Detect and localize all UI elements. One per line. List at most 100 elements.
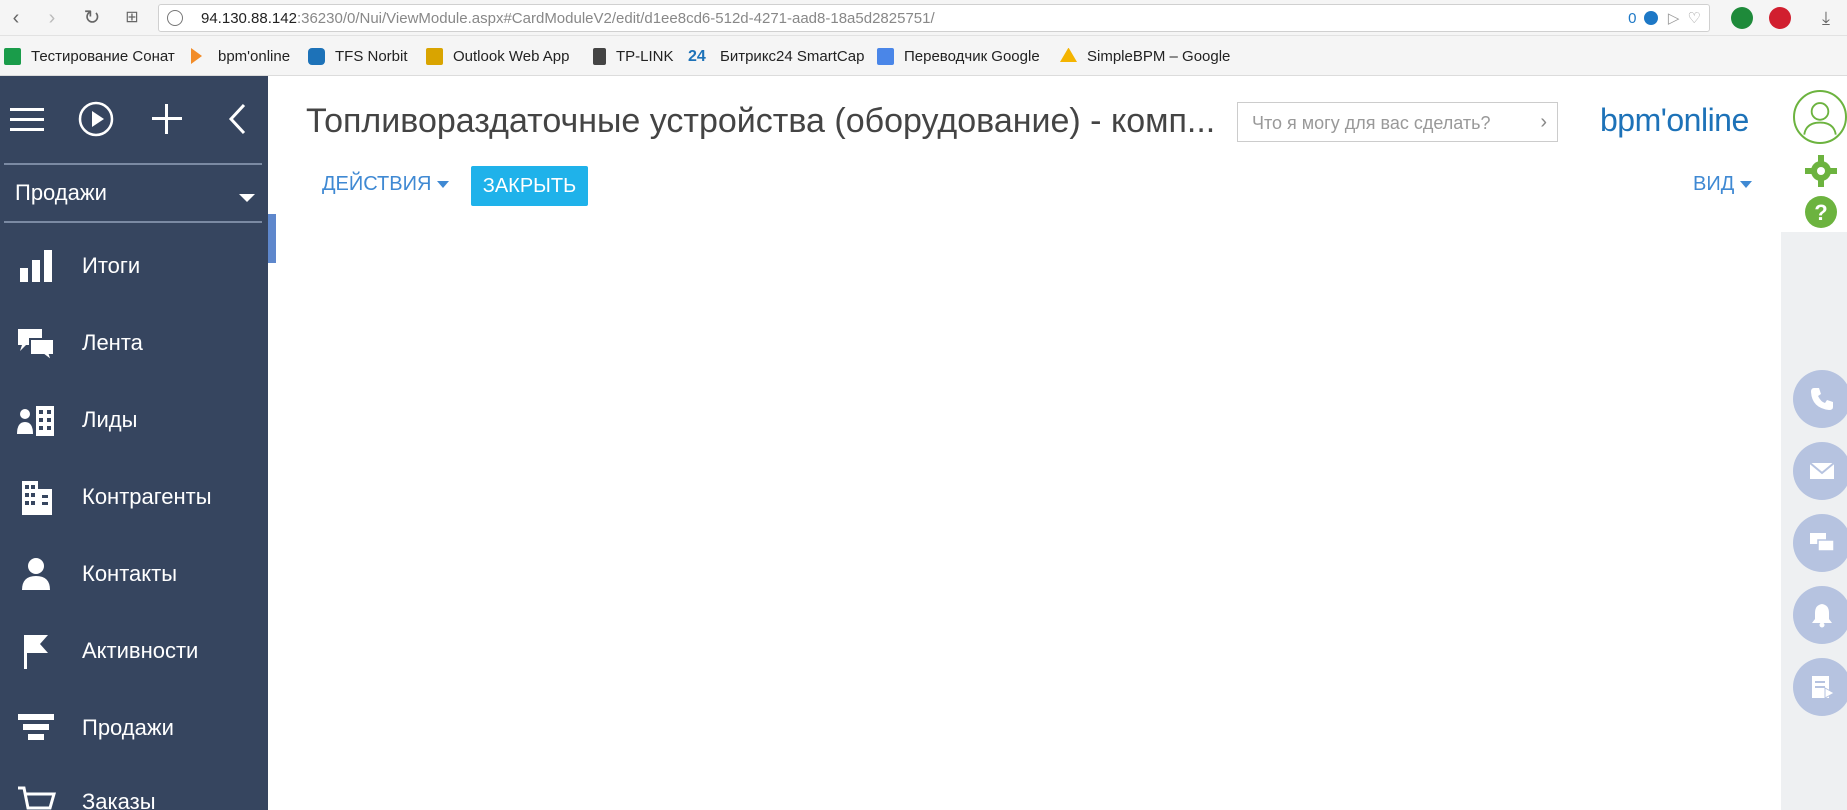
building-icon	[22, 481, 52, 515]
sidebar-item-label: Активности	[82, 638, 199, 663]
adblock-icon[interactable]	[1643, 11, 1658, 25]
chat-button[interactable]	[1793, 514, 1847, 572]
gear-icon[interactable]	[1804, 154, 1838, 188]
actions-dropdown[interactable]: ДЕЙСТВИЯ	[322, 173, 450, 196]
bookmark-item[interactable]: Outlook Web App	[426, 46, 569, 66]
bookmark-label: Битрикс24 SmartCap	[720, 47, 865, 65]
chat-icon	[1810, 533, 1835, 552]
phone-button[interactable]	[1793, 370, 1847, 428]
bookmark-label: Outlook Web App	[453, 47, 570, 65]
profile-area: ?	[1781, 76, 1847, 232]
url-host: 94.130.88.142	[201, 10, 297, 27]
document-play-icon	[1812, 676, 1835, 699]
bookmarks-bar: Тестирование Сонат bpm'online TFS Norbit…	[0, 36, 1847, 76]
chevron-down-icon	[239, 194, 255, 202]
sidebar-item-dashboards[interactable]: Итоги	[0, 236, 268, 296]
view-dropdown[interactable]: ВИД	[1693, 173, 1753, 196]
sidebar-item-label: Лиды	[82, 407, 138, 432]
start-process-icon[interactable]	[77, 100, 115, 138]
sidebar-item-contacts[interactable]: Контакты	[0, 544, 268, 604]
reload-icon[interactable]: ↻	[80, 6, 104, 30]
actions-label: ДЕЙСТВИЯ	[322, 173, 432, 195]
sidebar-divider	[4, 163, 262, 165]
search-placeholder: Что я могу для вас сделать?	[1252, 113, 1491, 133]
bookmark-label: TFS Norbit	[335, 47, 408, 65]
bookmark-item[interactable]: Тестирование Сонат	[4, 46, 175, 66]
bookmark-item[interactable]: TFS Norbit	[308, 46, 408, 66]
page-title: Топливораздаточные устройства (оборудова…	[306, 102, 1216, 140]
download-icon[interactable]: ⤓	[1814, 6, 1838, 30]
main-sidebar: Продажи Итоги Лента Лиды Контрагенты Кон…	[0, 76, 268, 810]
sidebar-item-label: Продажи	[82, 715, 174, 740]
svg-text:?: ?	[1814, 200, 1827, 225]
torrent-extension-icon[interactable]	[1731, 7, 1753, 29]
sidebar-item-label: Контакты	[82, 561, 178, 586]
sidebar-item-feed[interactable]: Лента	[0, 313, 268, 373]
vs-icon	[308, 47, 325, 65]
flag-icon	[24, 635, 48, 669]
bpmonline-logo: bpm'online	[1600, 102, 1749, 139]
command-search-input[interactable]: Что я могу для вас сделать? ›	[1237, 102, 1558, 142]
sidebar-item-leads[interactable]: Лиды	[0, 390, 268, 450]
forward-icon[interactable]: ›	[40, 6, 64, 30]
add-icon[interactable]	[148, 100, 186, 138]
bookmark-item[interactable]: 24 Битрикс24 SmartCap	[688, 46, 864, 66]
bookmark-label: Тестирование Сонат	[31, 47, 175, 65]
bell-icon	[1812, 604, 1832, 628]
process-tasks-button[interactable]	[1793, 658, 1847, 716]
chevron-right-icon[interactable]: ›	[1540, 111, 1547, 134]
translate-icon	[877, 47, 894, 65]
sidebar-item-orders[interactable]: Заказы	[0, 772, 268, 810]
phone-icon	[1811, 388, 1833, 410]
person-icon	[22, 558, 50, 590]
bookmark-item[interactable]: Переводчик Google	[877, 46, 1040, 66]
heart-icon[interactable]: ♡	[1688, 10, 1701, 27]
tabs-grid-icon[interactable]: ⊞	[120, 6, 144, 30]
bookmark-label: Переводчик Google	[904, 47, 1040, 65]
bookmark-label: bpm'online	[218, 47, 291, 65]
sidebar-toolbar	[0, 76, 268, 162]
notifications-button[interactable]	[1793, 586, 1847, 644]
sidebar-item-accounts[interactable]: Контрагенты	[0, 467, 268, 527]
close-button[interactable]: ЗАКРЫТЬ	[471, 166, 588, 206]
mail-icon	[1809, 462, 1835, 479]
caret-down-icon	[1740, 181, 1753, 188]
play-icon	[191, 48, 202, 64]
back-icon[interactable]: ‹	[4, 6, 28, 30]
bookmark-label: SimpleBPM – Google	[1087, 47, 1231, 65]
help-icon[interactable]: ?	[1804, 195, 1838, 229]
url-field[interactable]: 94.130.88.142:36230/0/Nui/ViewModule.asp…	[158, 4, 1710, 32]
email-button[interactable]	[1793, 442, 1847, 500]
url-path: :36230/0/Nui/ViewModule.aspx#CardModuleV…	[296, 10, 935, 27]
sidebar-item-label: Лента	[82, 330, 143, 355]
bookmark-item[interactable]: TP-LINK	[593, 46, 674, 66]
workplace-selector[interactable]: Продажи	[15, 180, 255, 220]
cart-icon	[18, 786, 56, 810]
leads-icon	[17, 406, 54, 436]
file-icon	[593, 47, 606, 65]
view-label: ВИД	[1693, 173, 1735, 195]
bitrix-icon: 24	[688, 47, 706, 65]
opera-extension-icon[interactable]	[1769, 7, 1791, 29]
avatar[interactable]	[1793, 90, 1847, 144]
collapse-icon[interactable]	[220, 100, 258, 138]
drive-icon	[1060, 47, 1077, 62]
bookmark-item[interactable]: SimpleBPM – Google	[1060, 46, 1230, 66]
communication-panel: ?	[1781, 76, 1847, 810]
logo-text: bpm'online	[1600, 102, 1749, 138]
menu-icon[interactable]	[8, 100, 46, 138]
sidebar-item-label: Итоги	[82, 253, 141, 278]
sidebar-item-label: Контрагенты	[82, 484, 212, 509]
browser-address-bar: ‹ › ↻ ⊞ 94.130.88.142:36230/0/Nui/ViewMo…	[0, 0, 1847, 36]
sidebar-item-activities[interactable]: Активности	[0, 621, 268, 681]
main-content: Топливораздаточные устройства (оборудова…	[276, 84, 1781, 810]
globe-icon	[167, 10, 183, 26]
bookmark-item[interactable]: bpm'online	[191, 46, 290, 66]
bar-chart-icon	[20, 250, 52, 282]
badge-count: 0	[1628, 10, 1637, 27]
sidebar-divider	[4, 221, 262, 223]
sidebar-item-opportunities[interactable]: Продажи	[0, 698, 268, 758]
outlook-icon	[426, 47, 443, 65]
bookmark-label: TP-LINK	[616, 47, 674, 65]
send-icon[interactable]: ▷	[1668, 10, 1680, 27]
